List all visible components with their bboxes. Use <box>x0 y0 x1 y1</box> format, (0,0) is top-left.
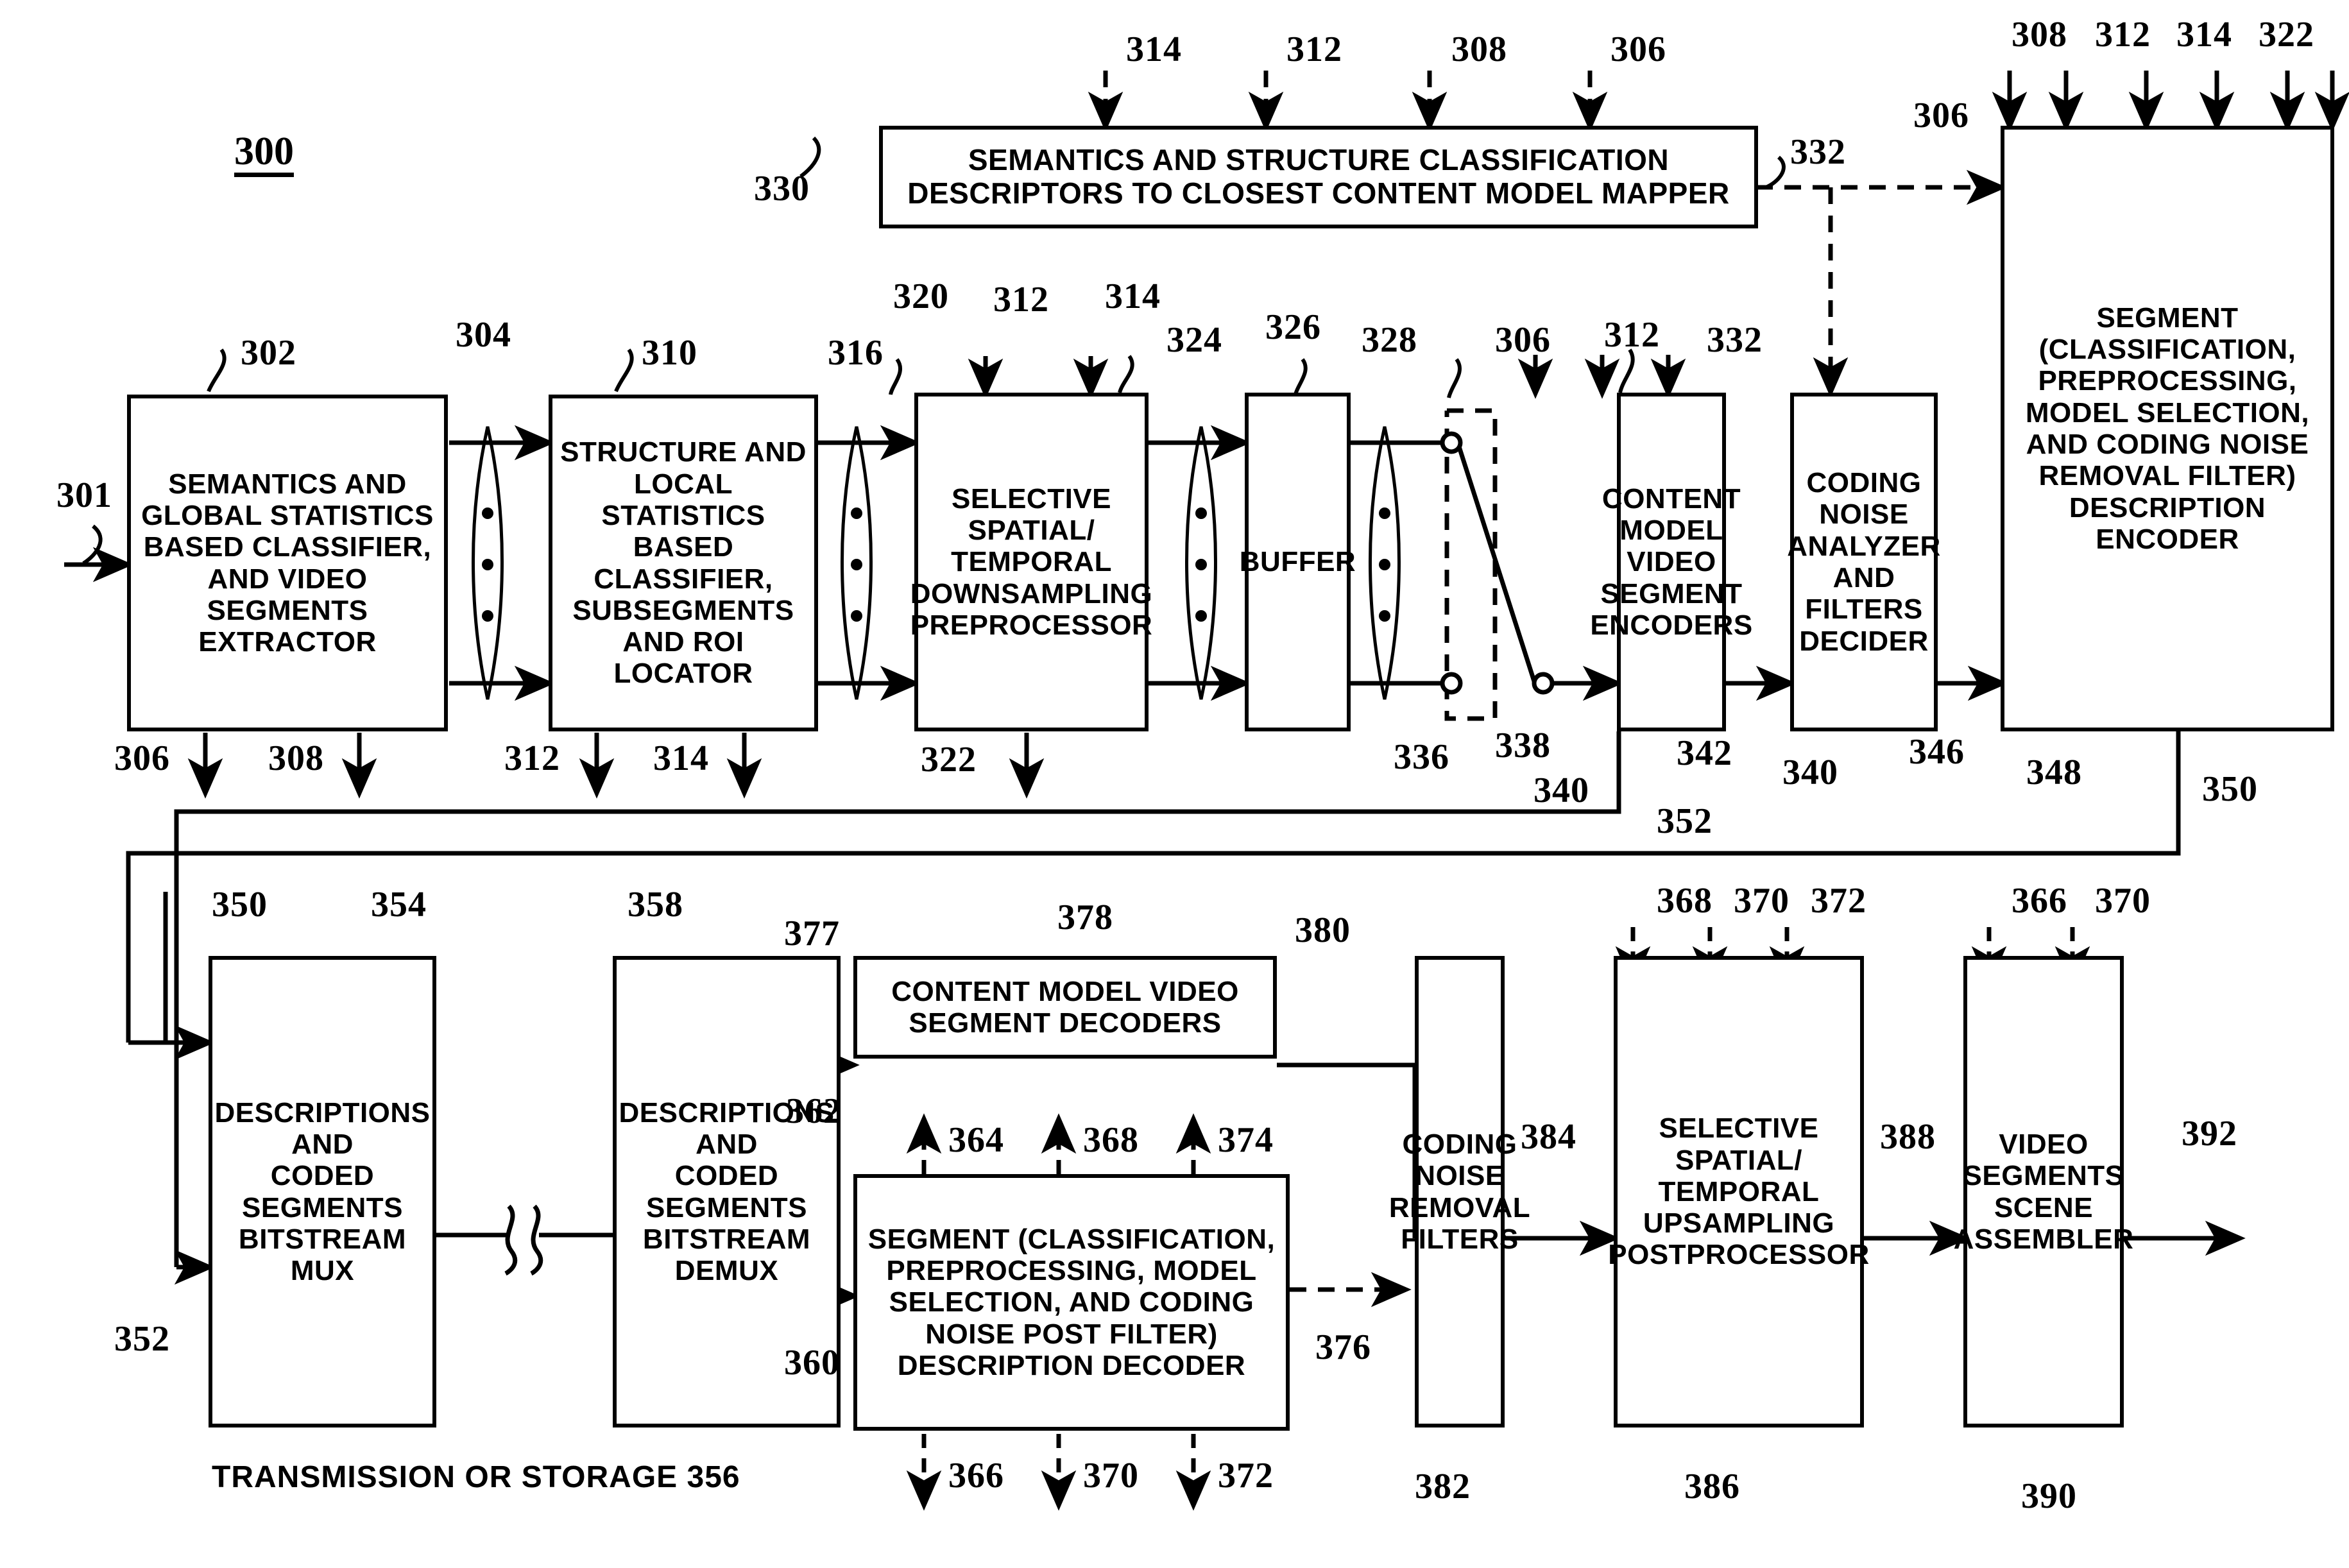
ref-352-mux: 352 <box>114 1319 170 1359</box>
block-label: VIDEO SEGMENTS SCENE ASSEMBLER <box>1953 1128 2134 1255</box>
ref-312-preproc: 312 <box>993 280 1049 320</box>
ref-340-encoders: 340 <box>1533 771 1589 810</box>
block-label: CONTENT MODEL VIDEO SEGMENT DECODERS <box>891 975 1239 1039</box>
ref-304: 304 <box>456 315 511 355</box>
block-label: SEMANTICS AND STRUCTURE CLASSIFICATION D… <box>907 143 1730 210</box>
ref-306-mapper-top: 306 <box>1610 30 1666 69</box>
ref-314-encoder-top: 314 <box>2176 15 2232 55</box>
ref-314-out: 314 <box>653 738 709 778</box>
block-label: SEMANTICS AND GLOBAL STATISTICS BASED CL… <box>141 468 434 658</box>
block-label: SEGMENT (CLASSIFICATION, PREPROCESSING, … <box>867 1223 1276 1381</box>
ref-312-cmvse: 312 <box>1604 315 1660 355</box>
ref-324: 324 <box>1166 320 1222 360</box>
ref-370-dec: 370 <box>1083 1456 1139 1496</box>
block-buffer[interactable]: BUFFER <box>1240 393 1356 731</box>
ref-338: 338 <box>1495 726 1551 765</box>
ref-384: 384 <box>1521 1117 1576 1157</box>
ref-336: 336 <box>1394 737 1449 777</box>
block-segment-description-decoder[interactable]: SEGMENT (CLASSIFICATION, PREPROCESSING, … <box>853 1174 1290 1431</box>
ref-364: 364 <box>948 1120 1004 1160</box>
ref-368-up: 368 <box>1657 881 1713 921</box>
ref-316: 316 <box>828 333 884 373</box>
block-label: SEGMENT (CLASSIFICATION, PREPROCESSING, … <box>2025 302 2310 555</box>
block-content-model-video-segment-encoders[interactable]: CONTENT MODEL VIDEO SEGMENT ENCODERS <box>1590 393 1752 731</box>
block-label: CODING NOISE REMOVAL FILTERS <box>1388 1128 1531 1255</box>
ref-301: 301 <box>56 475 112 515</box>
block-selective-spatial-temporal-downsampling-preprocessor[interactable]: SELECTIVE SPATIAL/ TEMPORAL DOWNSAMPLING… <box>910 393 1152 731</box>
ref-370-up: 370 <box>1734 881 1790 921</box>
block-content-model-video-segment-decoders[interactable]: CONTENT MODEL VIDEO SEGMENT DECODERS <box>853 956 1277 1059</box>
ref-382: 382 <box>1415 1467 1471 1506</box>
block-label: STRUCTURE AND LOCAL STATISTICS BASED CLA… <box>560 436 807 690</box>
ref-354: 354 <box>371 885 427 925</box>
ref-390: 390 <box>2021 1476 2077 1516</box>
ref-308-mapper-top: 308 <box>1451 30 1507 69</box>
ref-340-decider: 340 <box>1782 753 1838 792</box>
ref-358: 358 <box>628 885 683 925</box>
ref-386: 386 <box>1684 1467 1740 1506</box>
block-coding-noise-removal-filters[interactable]: CODING NOISE REMOVAL FILTERS <box>1389 956 1530 1427</box>
ref-332-cmvse: 332 <box>1707 320 1763 360</box>
block-label: SELECTIVE SPATIAL/ TEMPORAL DOWNSAMPLING… <box>910 482 1153 641</box>
ref-312-encoder-top: 312 <box>2095 15 2151 55</box>
ref-308-encoder-top: 308 <box>2012 15 2067 55</box>
ref-328: 328 <box>1362 320 1417 360</box>
ref-352-feedback: 352 <box>1657 801 1713 841</box>
ref-312-mapper-top: 312 <box>1286 30 1342 69</box>
ref-380: 380 <box>1295 910 1351 950</box>
block-semantics-global-statistics-classifier[interactable]: SEMANTICS AND GLOBAL STATISTICS BASED CL… <box>127 395 448 731</box>
ref-306-encoder-top: 306 <box>1913 96 1969 135</box>
ref-378: 378 <box>1057 898 1113 937</box>
ref-370-asm: 370 <box>2095 881 2151 921</box>
ref-314-mapper-top: 314 <box>1126 30 1182 69</box>
ref-374: 374 <box>1218 1120 1274 1160</box>
block-segment-description-encoder[interactable]: SEGMENT (CLASSIFICATION, PREPROCESSING, … <box>2001 126 2334 731</box>
ref-368-dec: 368 <box>1083 1120 1139 1160</box>
ref-312-out: 312 <box>504 738 560 778</box>
block-selective-spatial-temporal-upsampling-postprocessor[interactable]: SELECTIVE SPATIAL/ TEMPORAL UPSAMPLING P… <box>1608 956 1869 1427</box>
ref-366-dec: 366 <box>948 1456 1004 1496</box>
block-label: BUFFER <box>1239 546 1356 578</box>
ref-308-out: 308 <box>268 738 324 778</box>
ref-392: 392 <box>2182 1114 2237 1154</box>
ref-377: 377 <box>784 914 840 953</box>
ref-348: 348 <box>2026 753 2082 792</box>
ref-372-up: 372 <box>1811 881 1866 921</box>
ref-330: 330 <box>754 169 810 209</box>
block-structure-local-statistics-classifier[interactable]: STRUCTURE AND LOCAL STATISTICS BASED CLA… <box>549 395 818 731</box>
block-descriptions-coded-segments-bitstream-mux[interactable]: DESCRIPTIONS AND CODED SEGMENTS BITSTREA… <box>209 956 436 1427</box>
ref-362: 362 <box>786 1091 842 1131</box>
block-label: SELECTIVE SPATIAL/ TEMPORAL UPSAMPLING P… <box>1608 1112 1870 1271</box>
ref-306-out: 306 <box>114 738 170 778</box>
ref-302: 302 <box>241 333 296 373</box>
ref-342: 342 <box>1677 733 1732 773</box>
ref-360: 360 <box>784 1343 840 1383</box>
ref-350-bus: 350 <box>2202 769 2258 809</box>
block-label: CODING NOISE ANALYZER AND FILTERS DECIDE… <box>1787 467 1941 657</box>
ref-322-out: 322 <box>921 740 977 780</box>
ref-310: 310 <box>642 333 697 373</box>
block-label: CONTENT MODEL VIDEO SEGMENT ENCODERS <box>1590 482 1753 641</box>
ref-376: 376 <box>1315 1327 1371 1367</box>
ref-346: 346 <box>1909 732 1965 772</box>
patent-figure-canvas: 300 SEMANTICS AND GLOBAL STATISTICS BASE… <box>0 0 2349 1568</box>
transmission-or-storage-caption: TRANSMISSION OR STORAGE 356 <box>212 1460 740 1494</box>
block-video-segments-scene-assembler[interactable]: VIDEO SEGMENTS SCENE ASSEMBLER <box>1954 956 2133 1427</box>
block-semantics-structure-classification-mapper[interactable]: SEMANTICS AND STRUCTURE CLASSIFICATION D… <box>879 126 1758 228</box>
ref-332-mapper: 332 <box>1790 132 1846 172</box>
ref-388: 388 <box>1880 1117 1936 1157</box>
ref-320: 320 <box>893 277 949 316</box>
ref-314-preproc: 314 <box>1105 277 1161 316</box>
ref-366-asm: 366 <box>2012 881 2067 921</box>
ref-326: 326 <box>1265 307 1321 347</box>
block-label: DESCRIPTIONS AND CODED SEGMENTS BITSTREA… <box>214 1096 431 1287</box>
ref-372-dec: 372 <box>1218 1456 1274 1496</box>
ref-350-mux: 350 <box>212 885 268 925</box>
ref-306-cmvse: 306 <box>1495 320 1551 360</box>
block-coding-noise-analyzer-filters-decider[interactable]: CODING NOISE ANALYZER AND FILTERS DECIDE… <box>1787 393 1940 731</box>
figure-number: 300 <box>234 132 294 177</box>
ref-322-encoder-top: 322 <box>2259 15 2314 55</box>
